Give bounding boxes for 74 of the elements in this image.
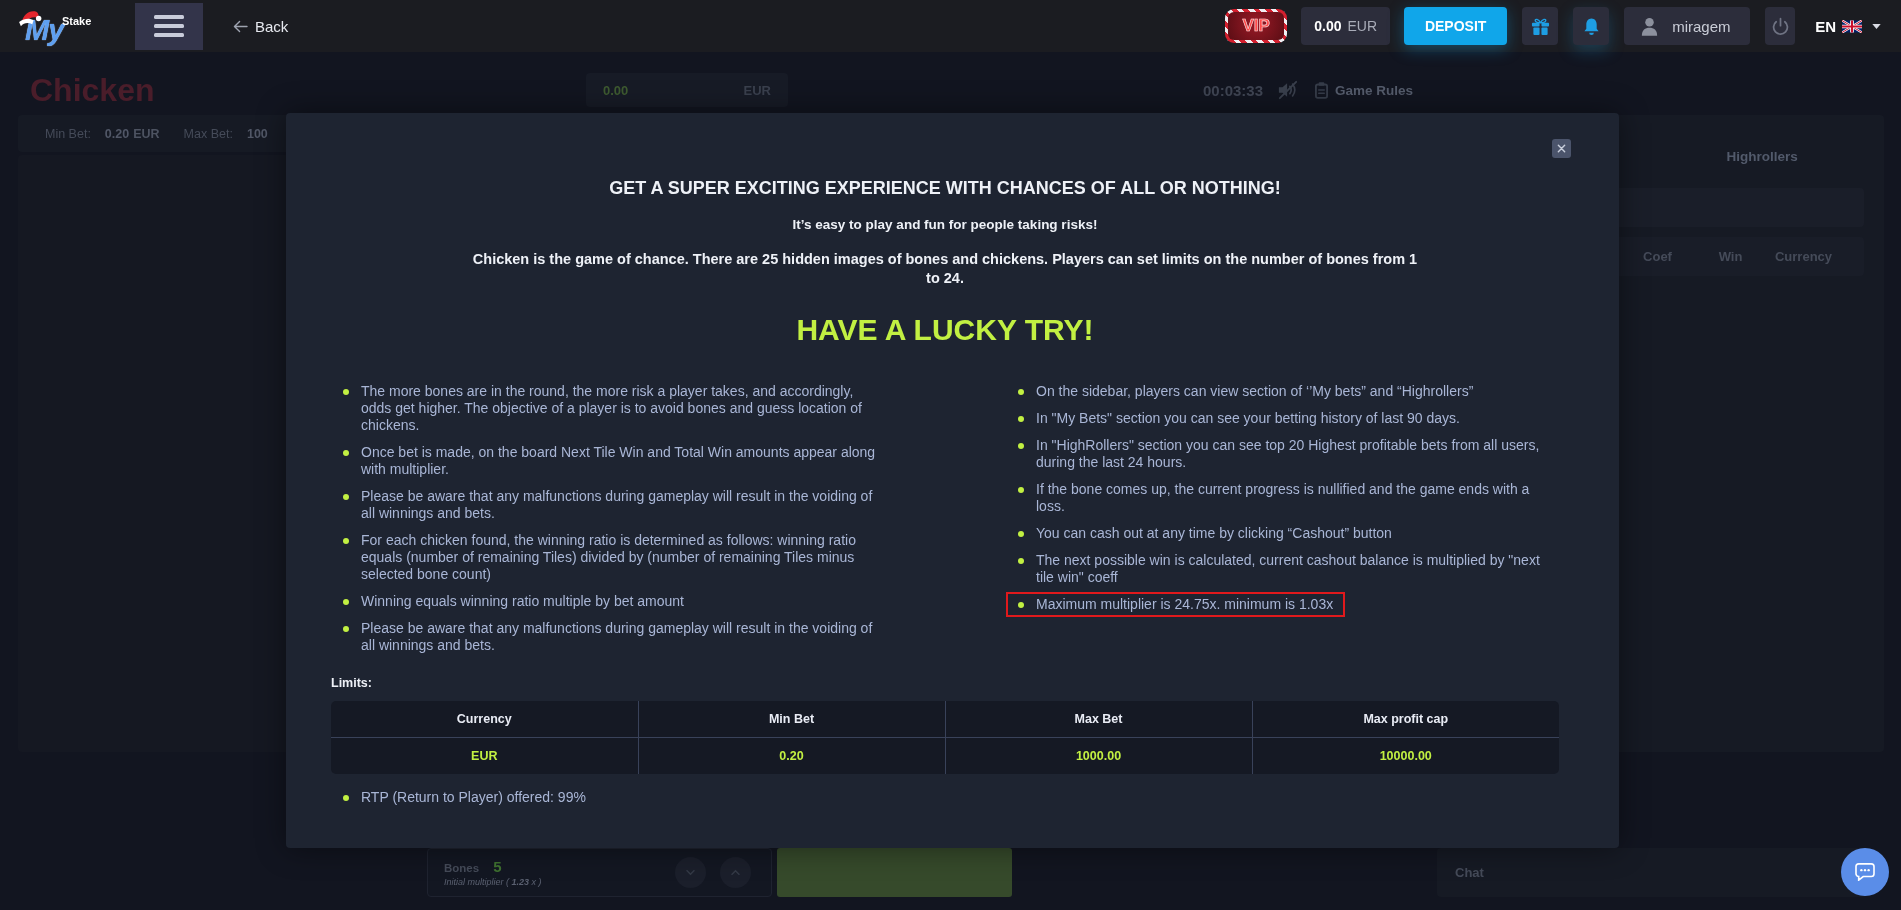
intro-text: Chicken is the game of chance. There are 25 hidden images of bones and chickens. Players can set limits on the number of bones from 1 to 24. <box>471 250 1419 288</box>
caret-down-icon <box>1872 23 1881 29</box>
language-selector[interactable]: EN <box>1815 17 1881 35</box>
close-icon <box>1557 144 1566 153</box>
close-button[interactable] <box>1552 139 1571 158</box>
menu-button[interactable] <box>135 2 203 50</box>
bullet-dot-icon <box>343 625 349 632</box>
bullet-dot-icon <box>1018 486 1024 493</box>
rule-text: Once bet is made, on the board Next Tile Win and Total Win amounts appear along with multiplier. <box>361 444 877 478</box>
limit-value: 100 <box>246 126 268 141</box>
limit-currency: EUR <box>133 126 160 141</box>
table-cell: EUR <box>331 737 638 774</box>
chevron-up-icon <box>730 869 741 876</box>
bullet-dot-icon <box>343 388 349 395</box>
column-header: Max Bet <box>945 701 1252 738</box>
balance-display: 0.00 EUR <box>1301 7 1391 45</box>
bell-icon <box>1582 16 1600 36</box>
bullet-dot-icon <box>343 598 349 605</box>
rule-text: Please be aware that any malfunctions during gameplay will result in the voiding of all winnings and bets. <box>361 620 874 654</box>
arrow-left-icon <box>233 19 248 33</box>
bones-count: 5 <box>493 858 502 875</box>
rule-text: RTP (Return to Player) offered: 99% <box>361 789 586 806</box>
column-header: Max profit cap <box>1252 701 1559 738</box>
rule-text: Maximum multiplier is 24.75x. minimum is 1.03x <box>1036 596 1334 613</box>
bullet-dot-icon <box>1018 557 1024 564</box>
rule-text: The next possible win is calculated, current cashout balance is multiplied by "next tile win" coeff <box>1036 552 1541 586</box>
multiplier-note: Initial multiplier ( 1.23 x ) <box>444 877 543 887</box>
bullet-dot-icon <box>343 449 349 456</box>
rule-text: For each chicken found, the winning ratio is determined as follows: winning ratio equals (number of remaining Tiles) divided by (number of remaining Tiles minus selected bone count) <box>361 532 857 583</box>
bullet-dot-icon <box>343 794 349 801</box>
chat-button[interactable] <box>1841 848 1889 896</box>
column-header: Min Bet <box>638 701 945 738</box>
bullet-dot-icon <box>343 537 349 544</box>
menu-icon <box>154 15 184 37</box>
rule-text: Winning equals winning ratio multiple by bet amount <box>361 593 684 610</box>
clipboard-icon <box>1315 81 1329 99</box>
sidebar-tab[interactable]: Highrollers <box>1660 136 1864 176</box>
game-rules-link[interactable]: Game Rules <box>1315 81 1414 99</box>
power-icon <box>1770 16 1790 36</box>
limits-label: Limits: <box>331 675 373 691</box>
table-cell: 0.20 <box>638 737 945 774</box>
table-cell: 10000.00 <box>1252 737 1559 774</box>
chevron-down-icon <box>685 869 696 876</box>
back-button[interactable]: Back <box>233 17 289 35</box>
vip-badge[interactable]: VIP <box>1225 9 1288 43</box>
rule-text: In "My Bets" section you can see your betting history of last 90 days. <box>1036 410 1460 427</box>
bullet-dot-icon <box>1018 442 1024 449</box>
rule-text: In "HighRollers" section you can see top 20 Highest profitable bets from all users, during the last 24 hours. <box>1036 437 1541 471</box>
bullet-dot-icon <box>343 493 349 500</box>
bullet-dot-icon <box>1018 388 1024 395</box>
uk-flag-icon <box>1842 19 1862 33</box>
rule-text: You can cash out at any time by clicking “Cashout” button <box>1036 525 1392 542</box>
logout-button[interactable] <box>1765 7 1796 45</box>
bullet-dot-icon <box>1018 601 1024 608</box>
notifications-button[interactable] <box>1573 7 1610 45</box>
limit-value: 0.20 <box>104 126 130 141</box>
rule-text: If the bone comes up, the current progress is nullified and the game ends with a loss. <box>1036 481 1531 515</box>
gift-button[interactable] <box>1522 7 1559 45</box>
bullet-dot-icon <box>1018 415 1024 422</box>
user-icon <box>1641 16 1659 36</box>
deposit-button[interactable]: DEPOSIT <box>1404 7 1508 45</box>
user-menu-button[interactable]: miragem <box>1624 7 1751 45</box>
dialog-title: GET A SUPER EXCITING EXPERIENCE WITH CHANCES OF ALL OR NOTHING! <box>608 177 1282 199</box>
slogan-heading: HAVE A LUCKY TRY! <box>795 312 1095 348</box>
chat-icon <box>1855 863 1875 881</box>
dialog-subtitle: It’s easy to play and fun for people taking risks! <box>791 216 1099 234</box>
gift-icon <box>1530 16 1550 36</box>
rule-text: The more bones are in the round, the more risk a player takes, and accordingly, odds get higher. The objective of a player is to avoid bones and guess location of chickens. <box>361 383 863 434</box>
column-header: Currency <box>331 701 638 738</box>
rule-text: Please be aware that any malfunctions during gameplay will result in the voiding of all winnings and bets. <box>361 488 874 522</box>
rule-text: On the sidebar, players can view section of ‘’My bets” and “Highrollers” <box>1036 383 1474 400</box>
table-cell: 1000.00 <box>945 737 1252 774</box>
game-title: Chicken <box>30 71 156 110</box>
bullet-dot-icon <box>1018 530 1024 537</box>
